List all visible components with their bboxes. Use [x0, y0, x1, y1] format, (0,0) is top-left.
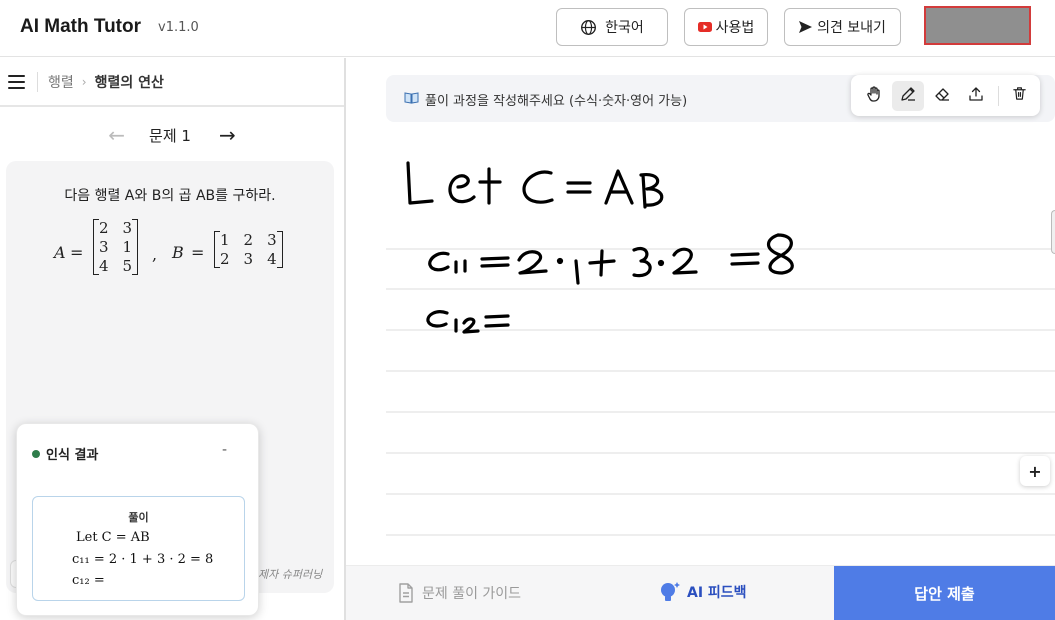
- ai-feedback-label: AI 피드백: [687, 585, 747, 601]
- handwriting-strokes: [406, 161, 794, 334]
- app-title: AI Math Tutor: [20, 16, 142, 37]
- upload-tool-button[interactable]: [960, 81, 992, 111]
- recognition-result-popup: 인식 결과 - 풀이 Let C = AB c₁₁ = 2 · 1 + 3 · …: [16, 423, 259, 616]
- trash-icon: [1012, 86, 1027, 105]
- breadcrumb-divider: [37, 71, 38, 92]
- matrix-b-cell: 3: [243, 250, 254, 268]
- matrix-a-cell: 4: [99, 257, 109, 275]
- matrix-a-cell: 3: [99, 238, 109, 256]
- clear-tool-button[interactable]: [1003, 81, 1035, 111]
- pen-tool-button[interactable]: [892, 80, 924, 111]
- globe-icon: [580, 19, 597, 36]
- app-version: v1.1.0: [158, 20, 199, 35]
- matrix-b-symbol: B: [172, 243, 184, 262]
- recognized-line: Let C = AB: [76, 530, 150, 545]
- provider-credit: 제자 슈퍼러닝: [258, 568, 323, 581]
- add-page-button[interactable]: +: [1020, 456, 1050, 486]
- scroll-handle[interactable]: [1051, 210, 1055, 254]
- feedback-label: 의견 보내기: [817, 20, 886, 36]
- action-bar: 문제 풀이 가이드 AI 피드백 답안 제출: [346, 565, 1055, 620]
- hand-icon: [866, 85, 882, 106]
- problem-formula: A = 2 3 3 1 4 5 , B = 1 2 3 2 3 4: [52, 219, 292, 289]
- lightbulb-icon: [659, 580, 681, 604]
- instruction-text: 풀이 과정을 작성해주세요 (수식·숫자·영어 가능): [425, 94, 688, 109]
- equals-sign: =: [70, 243, 84, 262]
- language-button[interactable]: 한국어: [556, 8, 668, 46]
- problem-title: 문제 1: [149, 126, 191, 145]
- pen-icon: [900, 86, 916, 106]
- language-label: 한국어: [605, 20, 644, 36]
- matrix-a: 2 3 3 1 4 5: [93, 219, 139, 275]
- problem-statement: 다음 행렬 A와 B의 곱 AB를 구하라.: [64, 188, 276, 204]
- book-icon: [404, 91, 419, 108]
- problem-navigation: ← 문제 1 →: [0, 120, 344, 150]
- toolbar-divider: [998, 85, 999, 106]
- recognition-title: 인식 결과: [46, 448, 99, 463]
- matrix-a-cell: 3: [122, 219, 133, 237]
- equals-sign: =: [191, 243, 205, 262]
- matrix-b-cell: 1: [220, 231, 230, 249]
- eraser-tool-button[interactable]: [926, 81, 958, 111]
- recognition-header: 인식 결과: [32, 444, 98, 463]
- upload-icon: [968, 86, 984, 106]
- status-dot: [32, 449, 40, 458]
- formula-comma: ,: [152, 245, 158, 264]
- next-problem-button[interactable]: →: [219, 123, 236, 147]
- matrix-a-cell: 5: [122, 257, 133, 275]
- breadcrumb-separator: ›: [81, 74, 87, 89]
- matrix-a-symbol: A: [54, 243, 66, 262]
- matrix-b-cell: 2: [220, 250, 230, 268]
- app-header: AI Math Tutor v1.1.0 한국어 사용법 의견 보내기: [0, 0, 1055, 57]
- minimize-button[interactable]: -: [222, 442, 227, 458]
- breadcrumb-section: 행렬의 연산: [94, 74, 164, 91]
- solution-guide-button[interactable]: 문제 풀이 가이드: [398, 583, 521, 603]
- canvas-instruction: 풀이 과정을 작성해주세요 (수식·숫자·영어 가능): [404, 90, 687, 109]
- ai-feedback-button[interactable]: AI 피드백: [659, 580, 747, 604]
- recognized-line: c₁₁ = 2 · 1 + 3 · 2 = 8: [72, 552, 214, 567]
- guide-label: 문제 풀이 가이드: [422, 586, 522, 602]
- matrix-a-cell: 1: [122, 238, 133, 256]
- usage-label: 사용법: [715, 20, 755, 36]
- recognized-line: c₁₂ =: [72, 573, 105, 588]
- submit-answer-button[interactable]: 답안 제출: [834, 566, 1055, 620]
- matrix-a-cell: 2: [99, 219, 109, 237]
- matrix-b-cell: 2: [243, 231, 254, 249]
- recognition-content: 풀이 Let C = AB c₁₁ = 2 · 1 + 3 · 2 = 8 c₁…: [32, 496, 245, 601]
- send-icon: [799, 21, 813, 33]
- send-feedback-button[interactable]: 의견 보내기: [784, 8, 901, 46]
- profile-placeholder[interactable]: [924, 6, 1031, 45]
- prev-problem-button[interactable]: ←: [108, 123, 125, 147]
- drawing-canvas[interactable]: 풀이 과정을 작성해주세요 (수식·숫자·영어 가능): [386, 75, 1055, 565]
- submit-label: 답안 제출: [914, 585, 975, 603]
- matrix-b-cell: 4: [267, 250, 277, 268]
- matrix-b: 1 2 3 2 3 4: [214, 231, 283, 268]
- eraser-icon: [934, 86, 950, 106]
- breadcrumb-chapter[interactable]: 행렬: [48, 72, 74, 92]
- matrix-b-cell: 3: [267, 231, 277, 249]
- solution-label: 풀이: [128, 511, 149, 524]
- breadcrumb: 행렬 › 행렬의 연산: [0, 58, 344, 107]
- menu-icon[interactable]: [8, 74, 25, 89]
- youtube-icon: [697, 22, 712, 32]
- hand-tool-button[interactable]: [858, 81, 890, 111]
- usage-button[interactable]: 사용법: [684, 8, 768, 46]
- drawing-toolbar: [851, 75, 1040, 116]
- document-icon: [398, 583, 414, 603]
